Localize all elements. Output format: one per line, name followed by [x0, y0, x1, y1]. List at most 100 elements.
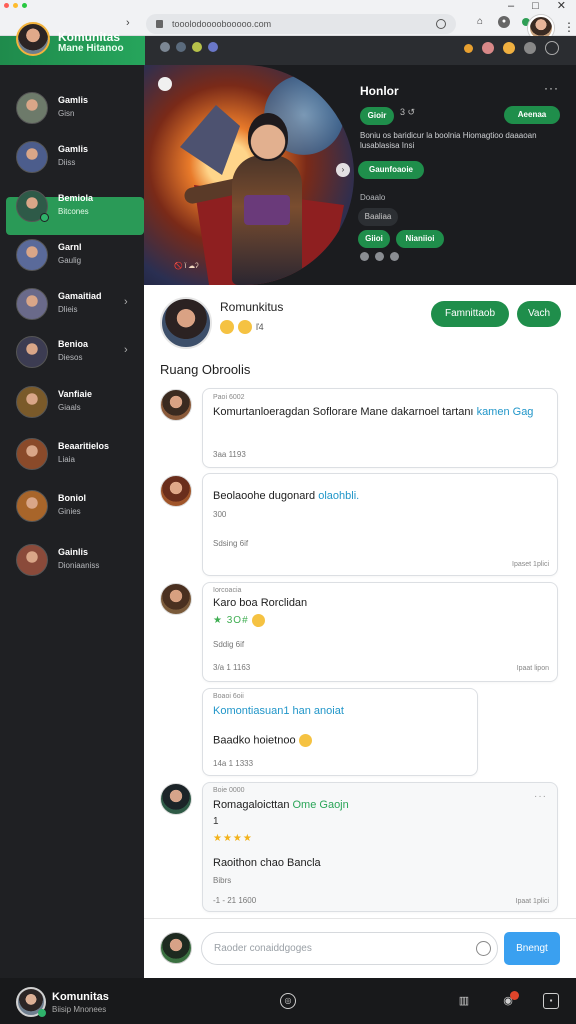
sidebar-item-8[interactable]: Boniol Ginies [6, 487, 144, 525]
message-highlight[interactable]: olaohbli. [318, 490, 359, 502]
traffic-lights [4, 3, 27, 8]
sidebar-item-subtitle: Liaia [58, 455, 75, 464]
star-icon[interactable] [464, 43, 473, 53]
emoji-icon [298, 734, 312, 747]
join-button[interactable]: Famnittaob [431, 301, 509, 327]
community-avatar [160, 297, 212, 349]
maximize-dot[interactable] [22, 3, 27, 8]
message-bubble: Beolaoohe dugonard olaohbli. 300 Sdsing … [202, 473, 558, 576]
hero-pill-2[interactable]: Gaunfoaoie [358, 161, 424, 179]
hero-banner: 🚫 ǐ ☁ʔ › ··· Honlor Gioir 3 ↺ Aeenaa Bon… [144, 65, 576, 285]
server-avatar [16, 92, 48, 124]
close-dot[interactable] [4, 3, 9, 8]
message-meta: Sdsing 6if [213, 539, 249, 548]
more-horizontal-icon[interactable]: ··· [534, 791, 547, 802]
message-avatar[interactable] [160, 583, 192, 615]
filter-icon[interactable] [160, 42, 170, 52]
message-line-3: Raoithon chao Bancla [213, 857, 321, 869]
online-status-dot [38, 1009, 46, 1017]
message-body: Komurtanloeragdan Soflorare Mane dakarno… [213, 406, 474, 418]
trophy-icon[interactable] [192, 42, 202, 52]
status-ring-icon[interactable] [545, 41, 559, 55]
window-controls: – □ ✕ [508, 0, 566, 12]
chat-panel: Romunkitus ľ4 Famnittaob Vach Ruang Obro… [144, 285, 576, 978]
sidebar-item-2-active[interactable]: Bemiola Bitcones [6, 190, 144, 235]
message-highlight[interactable]: kamen Gag [477, 406, 534, 418]
brand-block[interactable]: Komunitas Mane Hitanoo [0, 22, 145, 65]
sidebar-item-6[interactable]: Vanfiaie Giaals [6, 383, 144, 421]
chevron-right-icon[interactable]: › [124, 296, 128, 308]
lock-icon [156, 20, 163, 28]
hero-line-1: Doaalo [360, 193, 386, 202]
settings-icon[interactable] [524, 42, 536, 54]
hero-action-button[interactable]: Aeenaa [504, 106, 560, 124]
server-avatar [16, 239, 48, 271]
emoji-picker-icon[interactable] [476, 941, 491, 956]
hero-pill-4[interactable]: Giioi [358, 230, 390, 248]
chevron-right-icon[interactable]: › [124, 344, 128, 356]
hero-pill-5[interactable]: Nianiioi [396, 230, 444, 248]
sidebar-item-title: Boniol [58, 493, 86, 503]
more-vertical-icon[interactable]: ⋮ [563, 20, 575, 34]
hero-tag-pill[interactable]: Gioir [360, 107, 394, 125]
sidebar-item-5[interactable]: Benioa Diesos › [6, 333, 144, 371]
more-horizontal-icon[interactable]: ··· [544, 81, 559, 95]
message-highlight[interactable]: Komontiasuan1 han anoiat [213, 705, 344, 717]
next-arrow-icon[interactable]: › [336, 163, 350, 177]
message-highlight[interactable]: Ome Gaojn [293, 799, 349, 811]
sidebar-item-9[interactable]: Gainlis Dioniaaniss [6, 541, 144, 579]
send-button[interactable]: Bnengt [504, 932, 560, 965]
notification-icon[interactable] [482, 42, 494, 54]
home-icon[interactable]: ⌂ [474, 16, 486, 28]
compass-icon[interactable]: ◎ [280, 993, 296, 1009]
message-avatar[interactable] [160, 389, 192, 421]
share-icon[interactable] [360, 252, 369, 261]
minimize-icon[interactable]: – [508, 0, 514, 12]
maximize-icon[interactable]: □ [532, 0, 539, 12]
user-avatar[interactable] [160, 932, 192, 964]
hero-pill-3[interactable]: Baaliaa [358, 208, 398, 226]
sidebar-item-3[interactable]: Garnl Gaulig [6, 236, 144, 274]
sidebar-item-subtitle: Dioniaaniss [58, 561, 100, 570]
info-icon[interactable] [390, 252, 399, 261]
link-icon[interactable] [375, 252, 384, 261]
community-reactions: ľ4 [220, 320, 264, 334]
sidebar-item-0[interactable]: Gamlis Gisn [6, 89, 144, 127]
camera-icon[interactable] [158, 77, 172, 91]
community-name: Romunkitus [220, 300, 284, 314]
server-avatar [16, 544, 48, 576]
gamepad-icon[interactable]: ▥ [456, 993, 472, 1009]
message-line-4: Bibrs [213, 876, 232, 885]
message-input[interactable] [201, 932, 498, 965]
reload-icon[interactable] [436, 19, 446, 29]
bottom-bar: Komunitas Biisip Mnonees ◎ ▥ ◉ ▪ [0, 978, 576, 1024]
message-status: Ipaat 1plici [515, 898, 549, 905]
message-text: Beolaoohe dugonard olaohbli. [213, 490, 359, 502]
sidebar-item-title: Gainlis [58, 547, 89, 557]
sidebar-item-1[interactable]: Gamlis Diiss [6, 138, 144, 176]
message-avatar[interactable] [160, 783, 192, 815]
message-status: Ipaat lipon [516, 665, 549, 672]
emoji-icon[interactable] [503, 42, 515, 54]
hero-description: Boniu os baridicur la boolnia Hiomagtioo… [360, 131, 537, 150]
message-avatar[interactable] [160, 475, 192, 507]
game-icon[interactable] [176, 42, 186, 52]
address-bar[interactable]: tooolodoooobooooo.com [146, 14, 456, 34]
follow-button[interactable]: Vach [517, 301, 561, 327]
close-icon[interactable]: ✕ [557, 0, 566, 12]
app-quick-icons [160, 42, 218, 52]
app-top-bar: Komunitas Mane Hitanoo [0, 22, 576, 65]
sidebar-item-4[interactable]: Gamaitiad Dlieis › [6, 285, 144, 323]
emoji-icon [220, 320, 234, 334]
sidebar-item-7[interactable]: Beaaritielos Liaia [6, 435, 144, 473]
message-text: Komurtanloeragdan Soflorare Mane dakarno… [213, 406, 533, 418]
chat-icon[interactable] [208, 42, 218, 52]
art-armor [244, 195, 290, 225]
message-text: Romagaloicttan Ome Gaojn [213, 799, 349, 811]
extension-icon[interactable]: ● [498, 16, 510, 28]
message-meta: -1 - 21 1600 [213, 896, 257, 905]
chevron-right-icon[interactable]: › [126, 17, 130, 29]
message-bubble: Boie 0000 ··· Romagaloicttan Ome Gaojn 1… [202, 782, 558, 912]
menu-icon[interactable]: ▪ [543, 993, 559, 1009]
minimize-dot[interactable] [13, 3, 18, 8]
